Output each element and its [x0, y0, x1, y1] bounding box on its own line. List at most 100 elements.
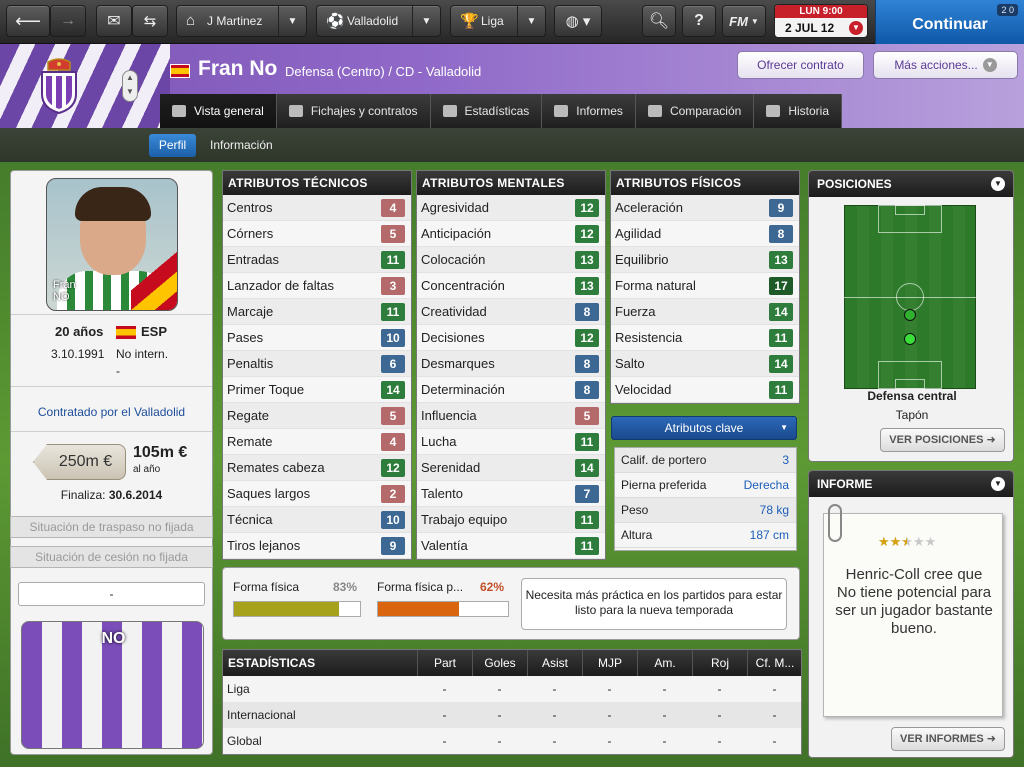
contracted-by[interactable]: Contratado por el Valladolid	[11, 405, 212, 419]
attribute-row[interactable]: Lanzador de faltas 3	[223, 273, 411, 299]
attribute-row[interactable]: Lucha 11	[417, 429, 605, 455]
stats-cell: -	[662, 708, 667, 722]
stats-column-header[interactable]: Part	[417, 650, 472, 676]
attribute-row[interactable]: Talento 7	[417, 481, 605, 507]
attribute-name: Trabajo equipo	[421, 512, 508, 527]
spain-flag-icon	[116, 326, 136, 339]
match-fitness-percent: 62%	[480, 580, 505, 594]
calendar-chevron-icon[interactable]: ▼	[849, 21, 863, 35]
loan-status[interactable]: Situación de cesión no fijada	[10, 546, 213, 568]
attribute-row[interactable]: Penaltis 6	[223, 351, 411, 377]
world-menu[interactable]: ◍ ▾	[554, 5, 602, 37]
attribute-row[interactable]: Equilibrio 13	[611, 247, 799, 273]
search-button[interactable]: 🔍︎	[642, 5, 676, 37]
tab-history[interactable]: Historia	[754, 94, 842, 128]
attribute-row[interactable]: Córners 5	[223, 221, 411, 247]
attribute-row[interactable]: Regate 5	[223, 403, 411, 429]
attribute-row[interactable]: Técnica 10	[223, 507, 411, 533]
chevron-down-icon[interactable]: ▼	[991, 477, 1005, 491]
tab-stats[interactable]: Estadísticas	[430, 94, 543, 128]
attribute-row[interactable]: Primer Toque 14	[223, 377, 411, 403]
stats-row-label: Global	[227, 734, 262, 748]
view-reports-button[interactable]: VER INFORMES ➜	[891, 727, 1005, 751]
attribute-row[interactable]: Serenidad 14	[417, 455, 605, 481]
tab-comparison[interactable]: Comparación	[635, 94, 755, 128]
attribute-row[interactable]: Tiros lejanos 9	[223, 533, 411, 559]
stats-column-header[interactable]: Am.	[637, 650, 692, 676]
tab-overview[interactable]: Vista general	[160, 94, 277, 128]
attribute-name: Serenidad	[421, 460, 481, 475]
stats-column-header[interactable]: Roj	[692, 650, 747, 676]
attribute-row[interactable]: Resistencia 11	[611, 325, 799, 351]
more-actions-button[interactable]: Más acciones... ▼	[873, 51, 1018, 79]
offer-contract-label: Ofrecer contrato	[757, 58, 844, 72]
league-menu[interactable]: 🏆 Liga ▼	[450, 5, 546, 37]
attribute-name: Anticipación	[421, 226, 492, 241]
attribute-row[interactable]: Agresividad 12	[417, 195, 605, 221]
attribute-name: Desmarques	[421, 356, 495, 371]
tab-transfers[interactable]: Fichajes y contratos	[276, 94, 431, 128]
attribute-row[interactable]: Remate 4	[223, 429, 411, 455]
attribute-row[interactable]: Velocidad 11	[611, 377, 799, 403]
chevron-down-icon[interactable]: ▼	[278, 6, 306, 36]
attribute-row[interactable]: Colocación 13	[417, 247, 605, 273]
fm-menu[interactable]: FM ▼	[722, 5, 766, 37]
attribute-row[interactable]: Aceleración 9	[611, 195, 799, 221]
offer-contract-button[interactable]: Ofrecer contrato	[737, 51, 864, 79]
match-fitness-label: Forma física p...	[377, 580, 464, 594]
transfer-status[interactable]: Situación de traspaso no fijada	[10, 516, 213, 538]
attribute-row[interactable]: Trabajo equipo 11	[417, 507, 605, 533]
attribute-row[interactable]: Determinación 8	[417, 377, 605, 403]
stats-cell: -	[717, 682, 722, 696]
attribute-row[interactable]: Valentía 11	[417, 533, 605, 559]
chevron-down-icon[interactable]: ▼	[991, 177, 1005, 191]
squad-status-box[interactable]: -	[18, 582, 205, 606]
manager-menu[interactable]: ⌂ J Martinez ▼	[176, 5, 307, 37]
attribute-row[interactable]: Anticipación 12	[417, 221, 605, 247]
stats-header: ESTADÍSTICAS Part Goles Asist MJP Am. Roj Cf. …	[223, 650, 801, 676]
player-nav-arrows[interactable]: ▲ ▼	[122, 70, 138, 102]
help-button[interactable]: ?	[682, 5, 716, 37]
attribute-row[interactable]: Concentración 13	[417, 273, 605, 299]
subtab-information[interactable]: Información	[210, 138, 273, 152]
attribute-row[interactable]: Pases 10	[223, 325, 411, 351]
attribute-row[interactable]: Agilidad 8	[611, 221, 799, 247]
stats-cell: -	[607, 708, 612, 722]
swap-button[interactable]: ⇆	[132, 5, 168, 37]
attribute-row[interactable]: Decisiones 12	[417, 325, 605, 351]
attribute-row[interactable]: Creatividad 8	[417, 299, 605, 325]
attribute-name: Córners	[227, 226, 274, 241]
stats-cell: -	[662, 734, 667, 748]
attribute-row[interactable]: Centros 4	[223, 195, 411, 221]
attribute-row[interactable]: Forma natural 17	[611, 273, 799, 299]
key-attribute-row: Peso 78 kg	[615, 498, 796, 523]
attribute-row[interactable]: Desmarques 8	[417, 351, 605, 377]
chevron-down-icon[interactable]: ▼	[517, 6, 545, 36]
forward-button[interactable]: →	[50, 5, 86, 37]
subtab-profile[interactable]: Perfil	[149, 134, 196, 157]
attribute-row[interactable]: Fuerza 14	[611, 299, 799, 325]
continue-button[interactable]: Continuar 2 0	[875, 0, 1024, 44]
tab-reports[interactable]: Informes	[542, 94, 636, 128]
stats-column-header[interactable]: Cf. M...	[747, 650, 802, 676]
attribute-row[interactable]: Saques largos 2	[223, 481, 411, 507]
attribute-value: 14	[381, 381, 405, 399]
tab-label: Comparación	[669, 104, 742, 118]
key-attributes-dropdown[interactable]: Atributos clave ▼	[611, 416, 797, 440]
inbox-button[interactable]: ✉	[96, 5, 132, 37]
attribute-row[interactable]: Influencia 5	[417, 403, 605, 429]
view-positions-button[interactable]: VER POSICIONES ➜	[880, 428, 1005, 452]
stats-column-header[interactable]: Goles	[472, 650, 527, 676]
stats-cell: -	[442, 682, 447, 696]
key-attribute-value: 187 cm	[749, 528, 789, 542]
date-display[interactable]: LUN 9:00 2 JUL 12 ▼	[774, 4, 868, 38]
stats-column-header[interactable]: Asist	[527, 650, 582, 676]
club-menu[interactable]: ⚽ Valladolid ▼	[316, 5, 441, 37]
attribute-row[interactable]: Remates cabeza 12	[223, 455, 411, 481]
attribute-row[interactable]: Salto 14	[611, 351, 799, 377]
attribute-row[interactable]: Entradas 11	[223, 247, 411, 273]
back-button[interactable]: ⟵	[6, 5, 50, 37]
chevron-down-icon[interactable]: ▼	[412, 6, 440, 36]
attribute-row[interactable]: Marcaje 11	[223, 299, 411, 325]
stats-column-header[interactable]: MJP	[582, 650, 637, 676]
